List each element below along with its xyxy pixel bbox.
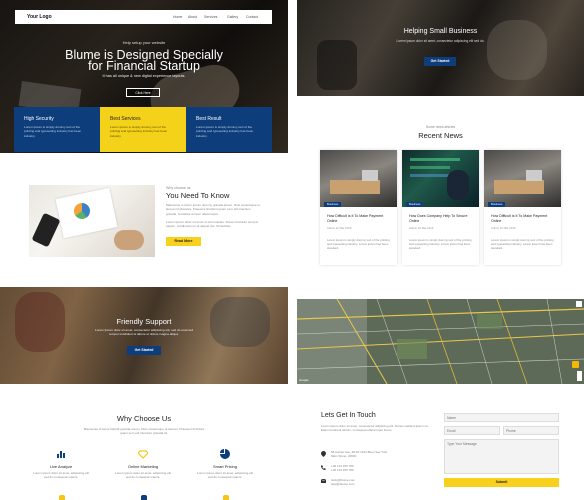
contact-address: 68 Harriet Ave, 68-60 1234 Blue New York… <box>331 450 388 459</box>
feature-text: Lorem ipsum is simply dummy text of the … <box>24 125 82 138</box>
feature-card-result: Best Result Lorem ipsum is simply dummy … <box>186 107 272 152</box>
email-field[interactable] <box>444 426 500 435</box>
message-field[interactable] <box>444 439 559 474</box>
diamond-icon <box>138 450 148 459</box>
pie-icon <box>220 449 230 459</box>
choose-item-title: Smart Pricing <box>212 464 237 469</box>
friendly-get-started-button[interactable]: Get Started <box>127 346 161 355</box>
friendly-text: Lorem ipsum dolor sit amet, consectetur … <box>94 328 194 337</box>
site-header: Your Logo Home About Services Gallery Co… <box>15 10 272 24</box>
news-meta: Admin 12 Mar 2019 <box>327 226 352 230</box>
news-post-title[interactable]: How Difficult is It To Make Payment Onli… <box>491 214 555 223</box>
envelope-icon <box>321 479 326 483</box>
nav-home[interactable]: Home <box>173 15 182 19</box>
needs-para2: Lorem ipsum dolor sit amet ut elit moles… <box>166 220 258 229</box>
choose-item-marketing: Online Marketing Lorem ipsum dolor sit a… <box>107 449 179 489</box>
news-tag: Business <box>406 202 424 207</box>
contact-email-row: hello@blume.com help@blume.com <box>321 478 433 488</box>
choose-item-title: Online Marketing <box>127 464 159 469</box>
news-tag: Business <box>324 202 342 207</box>
news-post-title[interactable]: How Difficult is It To Make Payment Onli… <box>327 214 391 223</box>
choose-item-text: Lorem ipsum dolor sit amet, adipiscing e… <box>115 471 171 480</box>
nav-contact[interactable]: Contact <box>246 15 258 19</box>
contact-phone: +00 123 456 789 +00 123 456 789 <box>331 464 354 473</box>
map-fullscreen-button[interactable] <box>576 301 582 307</box>
feature-card-services: Best Services Lorem ipsum is simply dumm… <box>100 107 186 152</box>
choose-item-text: Lorem ipsum dolor sit amet, adipiscing e… <box>33 471 89 480</box>
nav-about[interactable]: About <box>188 15 197 19</box>
choose-item-analyze: Live Analyze Lorem ipsum dolor sit amet,… <box>25 449 97 489</box>
name-field[interactable] <box>444 413 559 422</box>
needs-read-more-button[interactable]: Read More <box>166 237 201 246</box>
choose-title: Why Choose Us <box>116 414 172 423</box>
phone-field[interactable] <box>503 426 559 435</box>
hero-kicker: Help setup your website <box>122 40 166 45</box>
needs-image <box>29 185 155 257</box>
feature-title: Best Services <box>110 116 141 122</box>
news-meta: Admin 12 Mar 2019 <box>491 226 516 230</box>
feature-title: High Security <box>24 116 54 122</box>
choose-text: Maecenas id lacus blandit gravida ipsum.… <box>83 427 205 436</box>
contact-address-row: 68 Harriet Ave, 68-60 1234 Blue New York… <box>321 450 433 460</box>
news-kicker: Some news articles <box>425 125 456 129</box>
news-meta: Admin 12 Mar 2019 <box>409 226 434 230</box>
news-card[interactable]: Business How Difficult is It To Make Pay… <box>320 150 397 265</box>
contact-phone-row: +00 123 456 789 +00 123 456 789 <box>321 464 433 474</box>
news-title: Recent News <box>418 131 463 140</box>
feature-text: Lorem ipsum is simply dummy text of the … <box>110 125 168 138</box>
location-pin-icon <box>321 451 326 457</box>
news-card-image <box>402 150 479 207</box>
news-card-image <box>320 150 397 207</box>
site-logo[interactable]: Your Logo <box>27 14 52 20</box>
contact-submit-button[interactable]: Submit <box>444 478 559 487</box>
feature-text: Lorem ipsum is simply dummy text of the … <box>196 125 254 138</box>
choose-row2-icon <box>59 495 65 500</box>
smallbiz-title: Helping Small Business <box>403 28 478 35</box>
map-embed[interactable]: Google <box>297 299 584 384</box>
choose-row2-icon <box>223 495 229 500</box>
feature-card-security: High Security Lorem ipsum is simply dumm… <box>14 107 100 152</box>
news-card-image <box>484 150 561 207</box>
news-excerpt: Lorem ipsum is simply dummy text of the … <box>409 238 472 251</box>
chart-icon <box>57 451 65 458</box>
map-zoom-control[interactable] <box>577 371 582 381</box>
needs-title: You Need To Know <box>166 191 230 200</box>
choose-item-text: Lorem ipsum dolor sit amet, adipiscing e… <box>197 471 253 480</box>
feature-title: Best Result <box>196 116 222 122</box>
map-credit: Google <box>299 378 309 382</box>
news-tag: Business <box>488 202 506 207</box>
map-tiles <box>297 299 584 384</box>
nav-gallery[interactable]: Gallery <box>227 15 238 19</box>
news-card[interactable]: Business How Difficult is It To Make Pay… <box>484 150 561 265</box>
news-excerpt: Lorem ipsum is simply dummy text of the … <box>327 238 390 251</box>
news-post-title[interactable]: How Does Company Help To Secure Online <box>409 214 473 223</box>
choose-item-title: Live Analyze <box>49 464 73 469</box>
phone-icon <box>321 465 326 470</box>
map-pegman-button[interactable] <box>572 361 579 368</box>
nav-services[interactable]: Services <box>204 15 217 19</box>
smallbiz-get-started-button[interactable]: Get Started <box>424 57 456 66</box>
choose-row2-icon <box>141 495 147 500</box>
needs-para1: Maecenas is lorem ipsum dummy gravida ip… <box>166 203 261 216</box>
hero-title-line2: for Financial Startup <box>88 59 200 73</box>
contact-text: Lorem ipsum dolor sit amet, consectetur … <box>321 424 429 433</box>
hero-subtitle: It has all unique & new digital experien… <box>102 74 186 78</box>
news-excerpt: Lorem ipsum is simply dummy text of the … <box>491 238 554 251</box>
friendly-title: Friendly Support <box>116 317 172 326</box>
small-business-section <box>297 0 584 96</box>
contact-email: hello@blume.com help@blume.com <box>331 478 356 487</box>
contact-title: Lets Get In Touch <box>321 412 376 419</box>
choose-item-pricing: Smart Pricing Lorem ipsum dolor sit amet… <box>189 449 261 489</box>
hero-button[interactable]: Click Here <box>126 88 160 97</box>
news-card[interactable]: Business How Does Company Help To Secure… <box>402 150 479 265</box>
smallbiz-text: Lorem ipsum dolor sit amet, consectetur … <box>396 39 485 43</box>
needs-kicker: Why choose us <box>166 186 191 190</box>
